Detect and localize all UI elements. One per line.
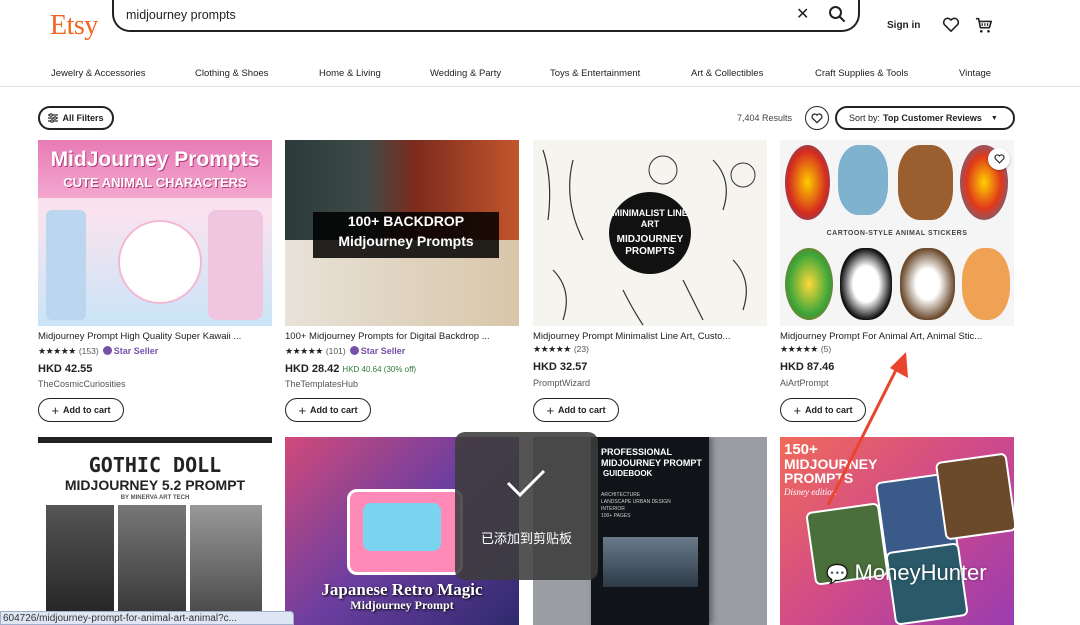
shop-name[interactable]: PromptWizard (533, 378, 590, 388)
star-seller-label: Star Seller (113, 346, 159, 356)
product-rating: ★★★★★ (153) Star Seller (38, 346, 158, 357)
nav-divider (0, 86, 1080, 87)
product-title[interactable]: 100+ Midjourney Prompts for Digital Back… (285, 331, 517, 342)
review-count: (153) (78, 346, 99, 356)
product-price: HKD 42.55 (38, 363, 93, 375)
image-title: Japanese Retro Magic (321, 580, 483, 599)
image-pages: 100+ PAGES (601, 513, 631, 519)
star-seller-label: Star Seller (360, 346, 406, 356)
image-title: 100+ BACKDROP (347, 213, 465, 229)
wechat-icon: 💬 (826, 564, 849, 584)
category-clothing[interactable]: Clothing & Shoes (195, 68, 268, 79)
add-to-cart-button[interactable]: + Add to cart (285, 398, 371, 422)
all-filters-label: All Filters (62, 113, 104, 123)
watermark: 💬 MoneyHunter (826, 560, 987, 586)
image-title: PROFESSIONAL (601, 447, 673, 457)
heart-icon (993, 154, 1005, 164)
add-to-cart-label: Add to cart (558, 405, 606, 415)
heart-icon (811, 112, 823, 124)
cart-icon[interactable] (975, 16, 993, 34)
category-home[interactable]: Home & Living (319, 68, 381, 79)
product-price: HKD 28.42 HKD 40.64 (30% off) (285, 363, 416, 375)
image-title: MidJourney Prompts (50, 148, 260, 171)
rating-stars: ★★★★★ (285, 346, 323, 356)
favorite-button[interactable] (988, 148, 1010, 170)
shop-name[interactable]: TheCosmicCuriosities (38, 379, 126, 389)
image-subtitle: MIDJOURNEY PROMPT (601, 458, 702, 468)
search-input[interactable] (126, 6, 766, 24)
add-to-cart-button[interactable]: + Add to cart (533, 398, 619, 422)
filter-sliders-icon (48, 113, 59, 123)
category-art[interactable]: Art & Collectibles (691, 68, 763, 79)
favorites-heart-icon[interactable] (942, 17, 960, 33)
add-to-cart-label: Add to cart (310, 405, 358, 415)
image-topic-2: LANDSCAPE URBAN DESIGN (601, 499, 671, 505)
watermark-text: MoneyHunter (854, 560, 987, 585)
product-image[interactable]: CARTOON-STYLE ANIMAL STICKERS (780, 140, 1014, 326)
product-image[interactable]: MINIMALIST LINE ART MIDJOURNEY PROMPTS (533, 140, 767, 326)
all-filters-button[interactable]: All Filters (38, 106, 114, 130)
product-rating: ★★★★★ (101) Star Seller (285, 346, 405, 357)
image-subtitle: MIDJOURNEY PROMPTS (616, 234, 684, 257)
sort-value: Top Customer Reviews (883, 113, 982, 123)
clear-search-icon[interactable]: ✕ (796, 4, 809, 24)
plus-icon: + (51, 402, 60, 418)
product-title[interactable]: Midjourney Prompt Minimalist Line Art, C… (533, 331, 765, 342)
image-topic-1: ARCHITECTURE (601, 492, 641, 498)
category-jewelry[interactable]: Jewelry & Accessories (51, 68, 146, 79)
checkmark-icon (506, 469, 546, 498)
product-title[interactable]: Midjourney Prompt High Quality Super Kaw… (38, 331, 270, 342)
rating-stars: ★★★★★ (780, 344, 818, 354)
rating-stars: ★★★★★ (38, 346, 76, 356)
image-guidebook: GUIDEBOOK (603, 469, 653, 478)
product-price: HKD 32.57 (533, 361, 588, 373)
category-toys[interactable]: Toys & Entertainment (550, 68, 640, 79)
sort-dropdown[interactable]: Sort by: Top Customer Reviews ▼ (835, 106, 1015, 130)
plus-icon: + (793, 402, 802, 418)
sign-in-link[interactable]: Sign in (887, 20, 920, 31)
image-title: CARTOON-STYLE ANIMAL STICKERS (826, 230, 968, 237)
etsy-logo[interactable]: Etsy (50, 10, 98, 42)
chevron-down-icon: ▼ (990, 114, 998, 122)
star-seller-badge: Star Seller (349, 346, 406, 356)
search-bar[interactable]: ✕ (112, 0, 860, 32)
category-vintage[interactable]: Vintage (959, 68, 991, 79)
product-image[interactable]: 100+ BACKDROP Midjourney Prompts (285, 140, 519, 326)
star-seller-icon (349, 346, 359, 355)
image-subtitle: CUTE ANIMAL CHARACTERS (63, 175, 247, 190)
image-topic-3: INTERIOR (601, 506, 625, 512)
add-to-cart-label: Add to cart (63, 405, 111, 415)
sort-prefix: Sort by: (849, 113, 881, 123)
image-subtitle: Midjourney Prompt (350, 598, 454, 612)
image-subtitle: Midjourney Prompts (338, 233, 474, 249)
rating-stars: ★★★★★ (533, 344, 571, 354)
image-author: BY MINERVA ART TECH (120, 495, 190, 501)
save-search-button[interactable] (805, 106, 829, 130)
image-subtitle: MIDJOURNEY 5.2 PROMPT (64, 477, 246, 493)
star-seller-badge: Star Seller (102, 346, 159, 356)
category-craft[interactable]: Craft Supplies & Tools (815, 68, 908, 79)
clipboard-toast: 已添加到剪贴板 (455, 432, 598, 580)
product-rating: ★★★★★ (23) (533, 344, 589, 355)
plus-icon: + (546, 402, 555, 418)
image-title: GOTHIC DOLL (88, 453, 222, 477)
current-price: HKD 28.42 (285, 363, 340, 375)
add-to-cart-button[interactable]: + Add to cart (38, 398, 124, 422)
image-title: MINIMALIST LINE ART (612, 208, 688, 229)
product-title[interactable]: Midjourney Prompt For Animal Art, Animal… (780, 331, 1012, 342)
plus-icon: + (298, 402, 307, 418)
star-seller-icon (102, 346, 112, 355)
product-image[interactable]: MidJourney Prompts CUTE ANIMAL CHARACTER… (38, 140, 272, 326)
original-price: HKD 40.64 (30% off) (342, 365, 417, 374)
search-icon[interactable] (828, 5, 846, 23)
product-image[interactable]: GOTHIC DOLL MIDJOURNEY 5.2 PROMPT BY MIN… (38, 437, 272, 625)
category-wedding[interactable]: Wedding & Party (430, 68, 501, 79)
toast-message: 已添加到剪贴板 (480, 532, 572, 547)
review-count: (23) (573, 344, 589, 354)
review-count: (101) (325, 346, 346, 356)
status-bar-url: 604726/midjourney-prompt-for-animal-art-… (0, 611, 294, 625)
annotation-arrow (826, 352, 908, 506)
results-count: 7,404 Results (737, 113, 793, 123)
shop-name[interactable]: TheTemplatesHub (285, 379, 358, 389)
